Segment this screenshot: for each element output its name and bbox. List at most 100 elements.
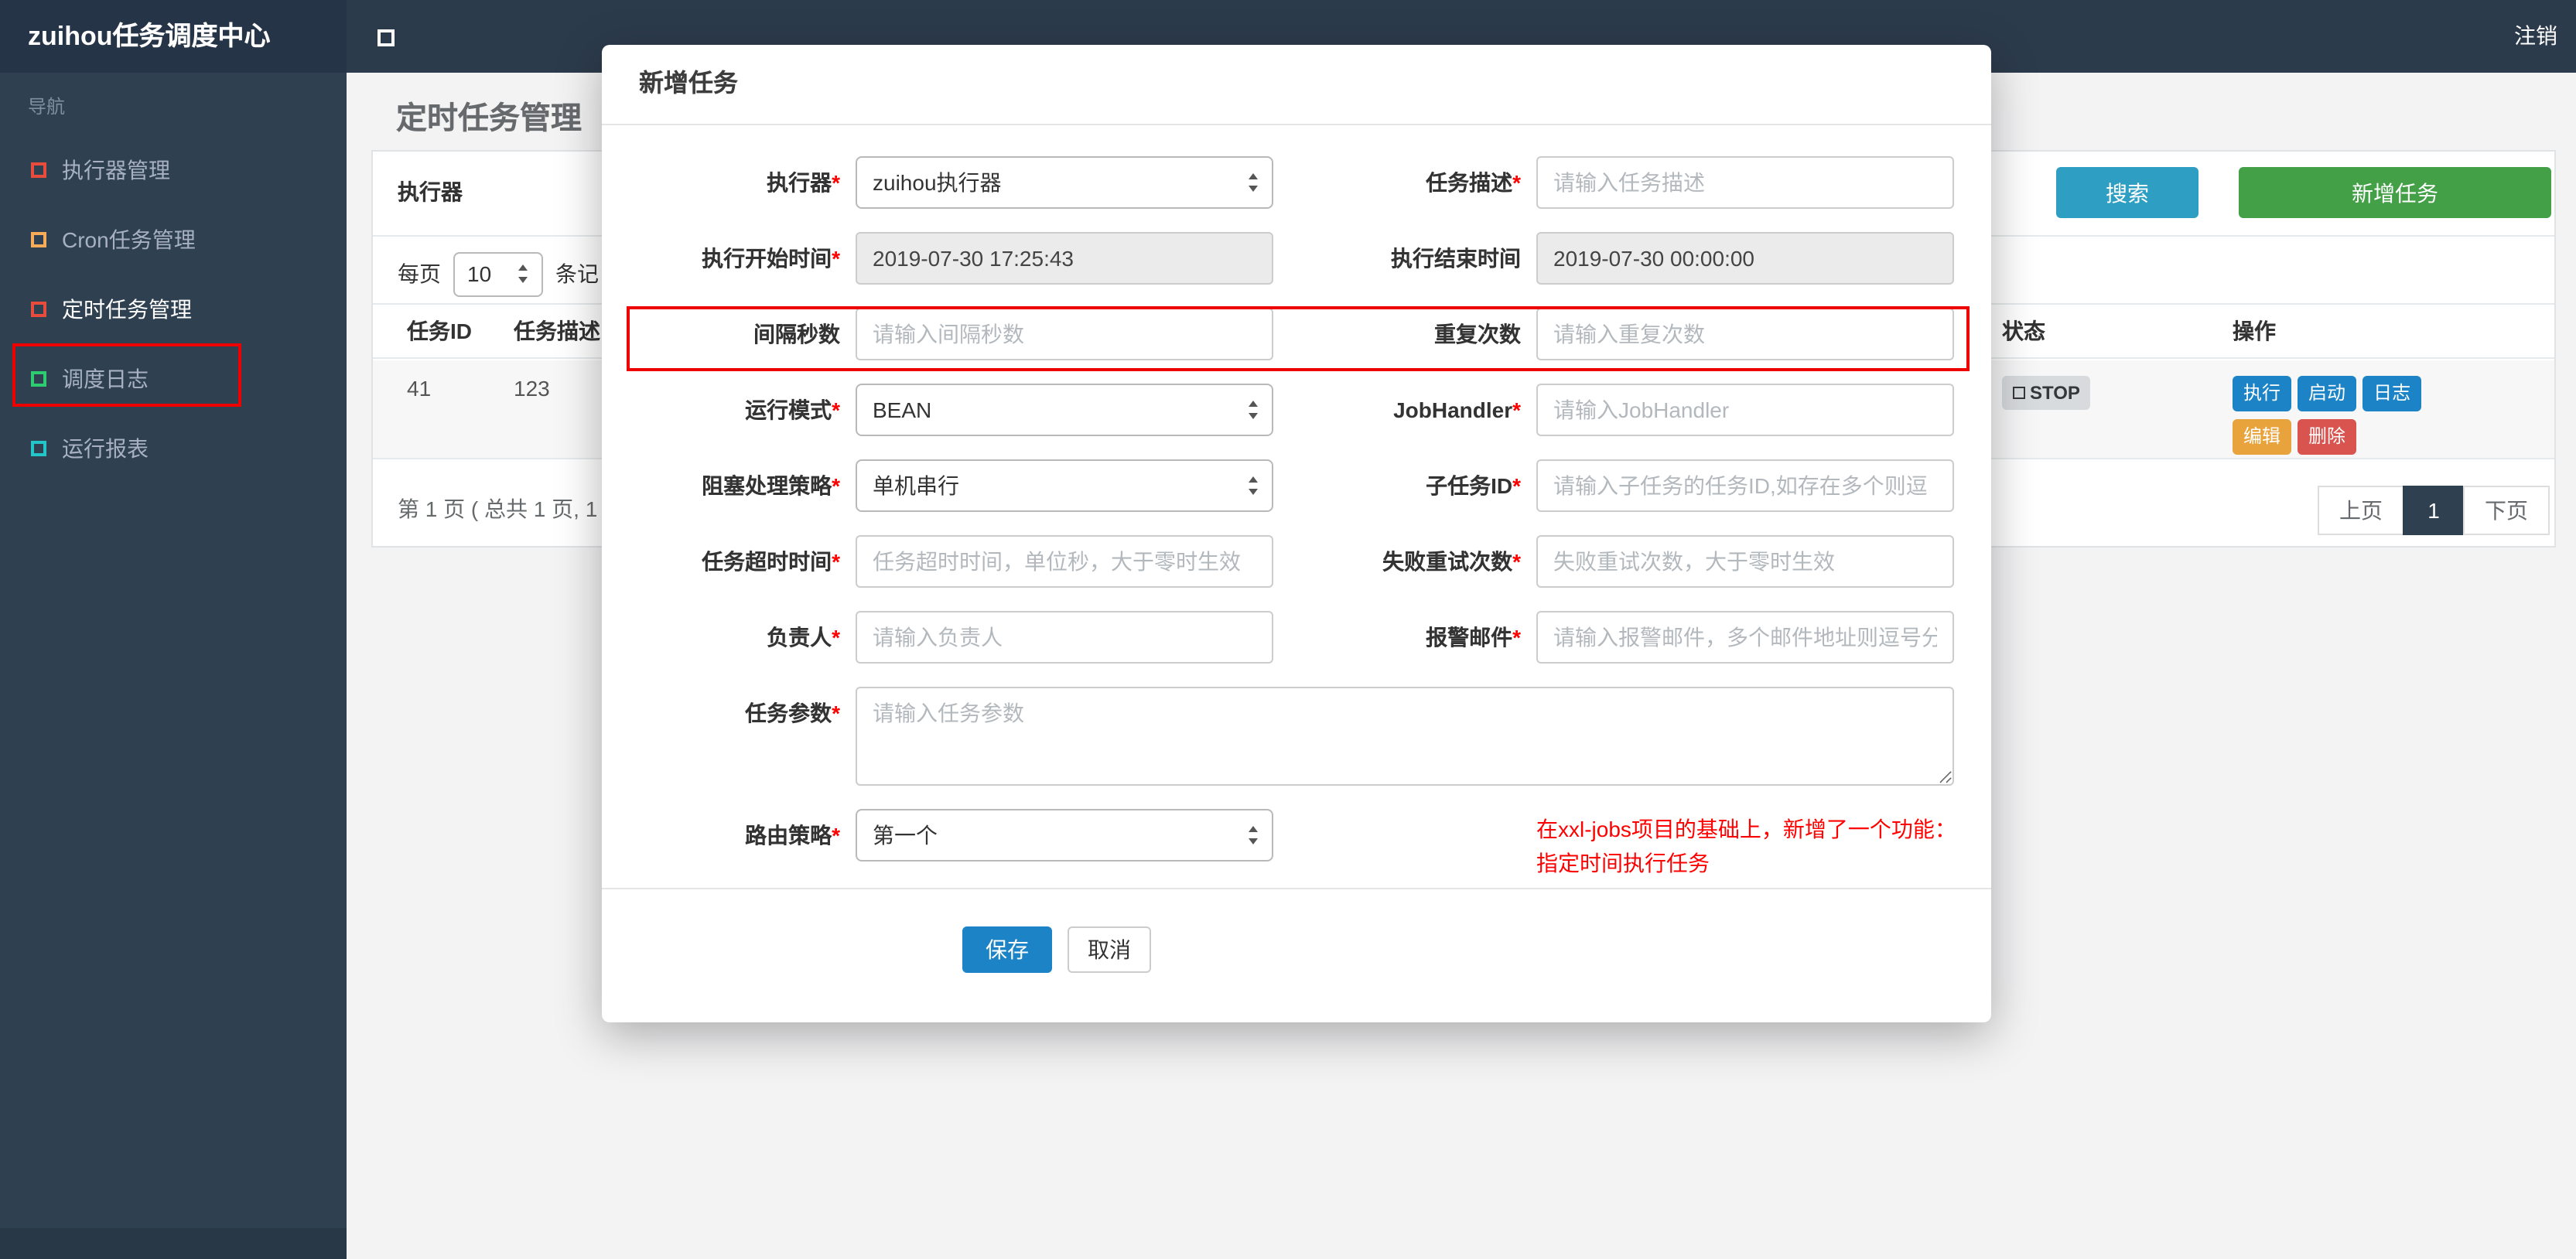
sidebar: 导航 执行器管理 Cron任务管理 定时任务管理 调度日志 运行报表 — [0, 73, 347, 1259]
alarm-email-input[interactable] — [1536, 611, 1954, 664]
form-row: 负责人* 报警邮件* — [639, 611, 1954, 664]
job-param-textarea[interactable] — [856, 687, 1954, 786]
form-row: 路由策略* 第一个 在xxl-jobs项目的基础上，新增了一个功能： 指定时间执… — [639, 809, 1956, 883]
required-marker: * — [832, 397, 840, 422]
start-button[interactable]: 启动 — [2298, 376, 2357, 411]
sidebar-item-dispatch-log[interactable]: 调度日志 — [0, 343, 347, 413]
brand-title: zuihou任务调度中心 — [0, 0, 347, 73]
modal-title: 新增任务 — [602, 45, 1991, 125]
end-time-label: 执行结束时间 — [1391, 246, 1521, 271]
required-marker: * — [832, 246, 840, 271]
sidebar-item-label: 调度日志 — [62, 366, 149, 391]
required-marker: * — [832, 823, 840, 848]
page-title: 定时任务管理 — [396, 102, 582, 136]
form-row: 间隔秒数 重复次数 — [639, 308, 1954, 360]
sidebar-item-run-report[interactable]: 运行报表 — [0, 413, 347, 483]
run-mode-select[interactable]: BEAN — [856, 384, 1273, 436]
menu-square-icon — [31, 162, 46, 177]
required-marker: * — [1512, 473, 1521, 498]
child-job-input[interactable] — [1536, 459, 1954, 512]
block-strategy-select[interactable]: 单机串行 — [856, 459, 1273, 512]
retry-input[interactable] — [1536, 535, 1954, 588]
menu-square-icon — [31, 440, 46, 455]
form-row-time: 执行开始时间* 执行结束时间 — [639, 232, 1954, 285]
sidebar-item-executor-mgmt[interactable]: 执行器管理 — [0, 135, 347, 204]
sidebar-footer-strip — [0, 1228, 347, 1259]
start-time-input[interactable] — [856, 232, 1273, 285]
pagination-summary: 第 1 页 ( 总共 1 页, 1 — [398, 496, 598, 521]
sidebar-item-label: 执行器管理 — [62, 157, 170, 182]
delete-button[interactable]: 删除 — [2298, 419, 2357, 455]
feature-note-line1: 在xxl-jobs项目的基础上，新增了一个功能： — [1536, 817, 1956, 841]
sidebar-toggle-icon[interactable] — [378, 29, 395, 46]
page-size-select[interactable]: 10 — [453, 251, 543, 296]
sidebar-item-label: 定时任务管理 — [62, 296, 192, 321]
pagination: 上页 1 下页 — [2318, 486, 2550, 535]
per-page-control: 每页 10 条记 — [398, 251, 599, 297]
feature-note-line2: 指定时间执行任务 — [1536, 851, 1710, 875]
save-button[interactable]: 保存 — [962, 926, 1052, 973]
form-row: 执行器* zuihou执行器 任务描述* — [639, 156, 1954, 209]
sidebar-item-timed-task-mgmt[interactable]: 定时任务管理 — [0, 274, 347, 343]
nav-section-label: 导航 — [28, 96, 66, 118]
cancel-button[interactable]: 取消 — [1068, 926, 1151, 973]
route-strategy-select[interactable]: 第一个 — [856, 809, 1273, 862]
execute-button[interactable]: 执行 — [2233, 376, 2292, 411]
executor-label: 执行器* — [767, 170, 840, 195]
select-caret-icon — [1247, 476, 1261, 495]
prev-page-button[interactable]: 上页 — [2318, 486, 2404, 535]
col-header-actions: 操作 — [2233, 319, 2276, 343]
status-text: STOP — [2030, 382, 2080, 404]
run-mode-select-value: BEAN — [873, 397, 932, 422]
required-marker: * — [1512, 397, 1521, 422]
alarm-email-label: 报警邮件* — [1426, 625, 1521, 650]
modal-footer: 保存 取消 — [602, 889, 1991, 973]
jobhandler-label: JobHandler* — [1393, 397, 1521, 422]
executor-filter-label: 执行器 — [398, 179, 463, 204]
edit-button[interactable]: 编辑 — [2233, 419, 2292, 455]
required-marker: * — [832, 625, 840, 650]
end-time-input[interactable] — [1536, 232, 1954, 285]
per-page-suffix: 条记 — [555, 261, 599, 286]
form-row: 任务超时时间* 失败重试次数* — [639, 535, 1954, 588]
next-page-button[interactable]: 下页 — [2463, 486, 2550, 535]
logout-link[interactable]: 注销 — [2514, 0, 2557, 73]
sidebar-item-label: 运行报表 — [62, 435, 149, 460]
jobhandler-input[interactable] — [1536, 384, 1954, 436]
menu-square-icon — [31, 301, 46, 316]
select-caret-icon — [1247, 173, 1261, 192]
repeat-input[interactable] — [1536, 308, 1954, 360]
repeat-label: 重复次数 — [1434, 322, 1521, 346]
task-desc-label: 任务描述* — [1426, 170, 1521, 195]
current-page-button[interactable]: 1 — [2403, 486, 2465, 535]
col-header-status: 状态 — [2002, 319, 2045, 343]
route-strategy-label: 路由策略* — [745, 823, 840, 848]
timeout-input[interactable] — [856, 535, 1273, 588]
select-caret-icon — [517, 264, 531, 283]
app-root: zuihou任务调度中心 注销 导航 执行器管理 Cron任务管理 定时任务管理… — [0, 0, 2576, 1259]
required-marker: * — [832, 549, 840, 574]
job-param-label: 任务参数* — [745, 701, 840, 725]
required-marker: * — [832, 473, 840, 498]
interval-label: 间隔秒数 — [753, 322, 840, 346]
feature-note: 在xxl-jobs项目的基础上，新增了一个功能： 指定时间执行任务 — [1536, 809, 1956, 880]
executor-select-value: zuihou执行器 — [873, 170, 1002, 195]
run-mode-label: 运行模式* — [745, 397, 840, 422]
owner-input[interactable] — [856, 611, 1273, 664]
executor-select[interactable]: zuihou执行器 — [856, 156, 1273, 209]
select-caret-icon — [1247, 826, 1261, 844]
sidebar-item-cron-task-mgmt[interactable]: Cron任务管理 — [0, 204, 347, 274]
menu-square-icon — [31, 370, 46, 386]
menu-square-icon — [31, 231, 46, 247]
interval-input[interactable] — [856, 308, 1273, 360]
add-task-button[interactable]: 新增任务 — [2239, 167, 2551, 218]
retry-label: 失败重试次数* — [1382, 549, 1521, 574]
add-task-modal: 新增任务 执行器* zuihou执行器 任务描述* 执行开始时间* 执行结束时间 — [602, 45, 1991, 1022]
form-row: 任务参数* — [639, 687, 1954, 786]
block-strategy-select-value: 单机串行 — [873, 473, 959, 498]
required-marker: * — [1512, 625, 1521, 650]
task-desc-input[interactable] — [1536, 156, 1954, 209]
form-row: 运行模式* BEAN JobHandler* — [639, 384, 1954, 436]
log-button[interactable]: 日志 — [2362, 376, 2422, 411]
search-button[interactable]: 搜索 — [2056, 167, 2198, 218]
